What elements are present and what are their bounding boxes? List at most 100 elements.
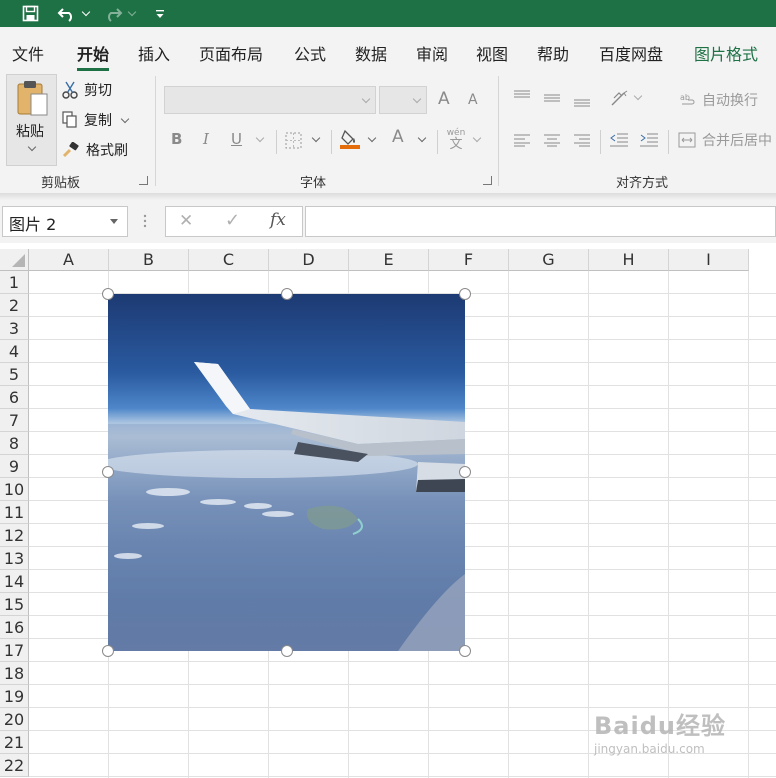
shrink-font-icon[interactable]: A <box>468 92 478 108</box>
row-header[interactable]: 4 <box>0 340 29 363</box>
formula-bar-grip-icon[interactable] <box>143 214 147 228</box>
resize-handle-top[interactable] <box>281 288 293 300</box>
name-box[interactable]: 图片 2 <box>2 206 128 237</box>
clipboard-launcher-icon[interactable] <box>139 176 148 185</box>
underline-icon[interactable]: U <box>231 130 242 148</box>
column-header[interactable]: H <box>589 249 669 271</box>
column-header[interactable]: C <box>189 249 269 271</box>
column-header[interactable]: A <box>29 249 109 271</box>
tab-data[interactable]: 数据 <box>355 41 387 65</box>
increase-indent-icon[interactable] <box>639 132 659 148</box>
row-header[interactable]: 1 <box>0 271 29 294</box>
top-align-icon[interactable] <box>513 90 531 104</box>
row-header[interactable]: 21 <box>0 731 29 754</box>
tab-page-layout[interactable]: 页面布局 <box>199 41 263 65</box>
resize-handle-bottom-right[interactable] <box>459 645 471 657</box>
align-left-icon[interactable] <box>513 133 531 147</box>
tab-insert[interactable]: 插入 <box>138 41 170 65</box>
font-color-dropdown-icon[interactable] <box>417 133 427 143</box>
borders-icon[interactable] <box>285 132 302 149</box>
font-name-combo[interactable] <box>164 86 376 114</box>
format-painter-button[interactable]: 格式刷 <box>62 140 128 160</box>
undo-icon[interactable] <box>54 0 80 27</box>
underline-dropdown-icon[interactable] <box>255 133 265 143</box>
cancel-icon[interactable]: ✕ <box>179 211 193 231</box>
row-header[interactable]: 12 <box>0 524 29 547</box>
row-header[interactable]: 7 <box>0 409 29 432</box>
orientation-dropdown-icon[interactable] <box>633 91 643 101</box>
merge-center-button[interactable]: 合并后居中 <box>678 130 772 150</box>
row-header[interactable]: 16 <box>0 616 29 639</box>
align-center-icon[interactable] <box>543 133 561 147</box>
column-header[interactable]: F <box>429 249 509 271</box>
orientation-icon[interactable] <box>609 90 631 108</box>
column-header[interactable]: D <box>269 249 349 271</box>
enter-icon[interactable]: ✓ <box>225 210 240 231</box>
tab-home[interactable]: 开始 <box>77 41 110 71</box>
tab-view[interactable]: 视图 <box>476 41 508 65</box>
tab-picture-format[interactable]: 图片格式 <box>694 41 758 65</box>
row-header[interactable]: 9 <box>0 455 29 478</box>
row-header[interactable]: 6 <box>0 386 29 409</box>
phonetic-guide-icon[interactable]: wén 文 <box>446 128 466 152</box>
font-color-icon[interactable]: A <box>392 127 404 147</box>
italic-icon[interactable]: I <box>203 130 209 148</box>
fill-color-dropdown-icon[interactable] <box>367 133 377 143</box>
column-header[interactable]: I <box>669 249 749 271</box>
tab-file[interactable]: 文件 <box>12 41 44 65</box>
paste-dropdown-icon[interactable] <box>27 142 37 152</box>
fill-color-icon[interactable] <box>340 128 361 150</box>
middle-align-icon[interactable] <box>543 92 561 106</box>
tab-formulas[interactable]: 公式 <box>294 41 326 65</box>
copy-dropdown-icon[interactable] <box>120 114 130 123</box>
paste-button[interactable]: 粘贴 <box>6 74 57 166</box>
resize-handle-bottom[interactable] <box>281 645 293 657</box>
tab-baidu-netdisk[interactable]: 百度网盘 <box>599 41 663 65</box>
phonetic-dropdown-icon[interactable] <box>472 133 482 143</box>
borders-dropdown-icon[interactable] <box>311 133 321 143</box>
align-right-icon[interactable] <box>573 133 591 147</box>
tab-review[interactable]: 审阅 <box>416 41 448 65</box>
undo-dropdown-icon[interactable] <box>80 0 92 27</box>
customize-qat-icon[interactable] <box>152 0 168 27</box>
save-icon[interactable] <box>16 0 44 27</box>
row-header[interactable]: 3 <box>0 317 29 340</box>
resize-handle-top-right[interactable] <box>459 288 471 300</box>
copy-button[interactable]: 复制 <box>62 110 130 130</box>
tab-help[interactable]: 帮助 <box>537 41 569 65</box>
row-header[interactable]: 15 <box>0 593 29 616</box>
column-header[interactable]: G <box>509 249 589 271</box>
select-all-button[interactable] <box>0 249 29 271</box>
insert-function-icon[interactable]: fx <box>270 210 286 230</box>
row-header[interactable]: 11 <box>0 501 29 524</box>
resize-handle-bottom-left[interactable] <box>102 645 114 657</box>
resize-handle-top-left[interactable] <box>102 288 114 300</box>
resize-handle-left[interactable] <box>102 466 114 478</box>
row-header[interactable]: 8 <box>0 432 29 455</box>
bold-icon[interactable]: B <box>171 130 182 148</box>
wrap-text-button[interactable]: ab 自动换行 <box>680 90 758 110</box>
cut-button[interactable]: 剪切 <box>62 80 112 100</box>
column-header[interactable]: B <box>109 249 189 271</box>
resize-handle-right[interactable] <box>459 466 471 478</box>
worksheet-grid[interactable]: ABCDEFGHI 1 2 3 4 5 6 7 8 9 10 11 12 13 14 15 16 17 18 19 2… <box>0 249 776 778</box>
row-header[interactable]: 2 <box>0 294 29 317</box>
row-header[interactable]: 5 <box>0 363 29 386</box>
font-size-combo[interactable] <box>379 86 427 114</box>
name-box-dropdown-icon[interactable] <box>110 219 118 224</box>
row-header[interactable]: 17 <box>0 639 29 662</box>
bottom-align-icon[interactable] <box>573 94 591 108</box>
inserted-picture[interactable] <box>108 294 465 651</box>
row-header[interactable]: 19 <box>0 685 29 708</box>
decrease-indent-icon[interactable] <box>609 132 629 148</box>
row-header[interactable]: 22 <box>0 754 29 777</box>
grow-font-icon[interactable]: A <box>438 89 450 109</box>
row-header[interactable]: 20 <box>0 708 29 731</box>
redo-dropdown-icon[interactable] <box>126 0 138 27</box>
row-header[interactable]: 14 <box>0 570 29 593</box>
row-header[interactable]: 10 <box>0 478 29 501</box>
redo-icon[interactable] <box>100 0 126 27</box>
column-header[interactable]: E <box>349 249 429 271</box>
row-header[interactable]: 18 <box>0 662 29 685</box>
font-launcher-icon[interactable] <box>483 176 492 185</box>
